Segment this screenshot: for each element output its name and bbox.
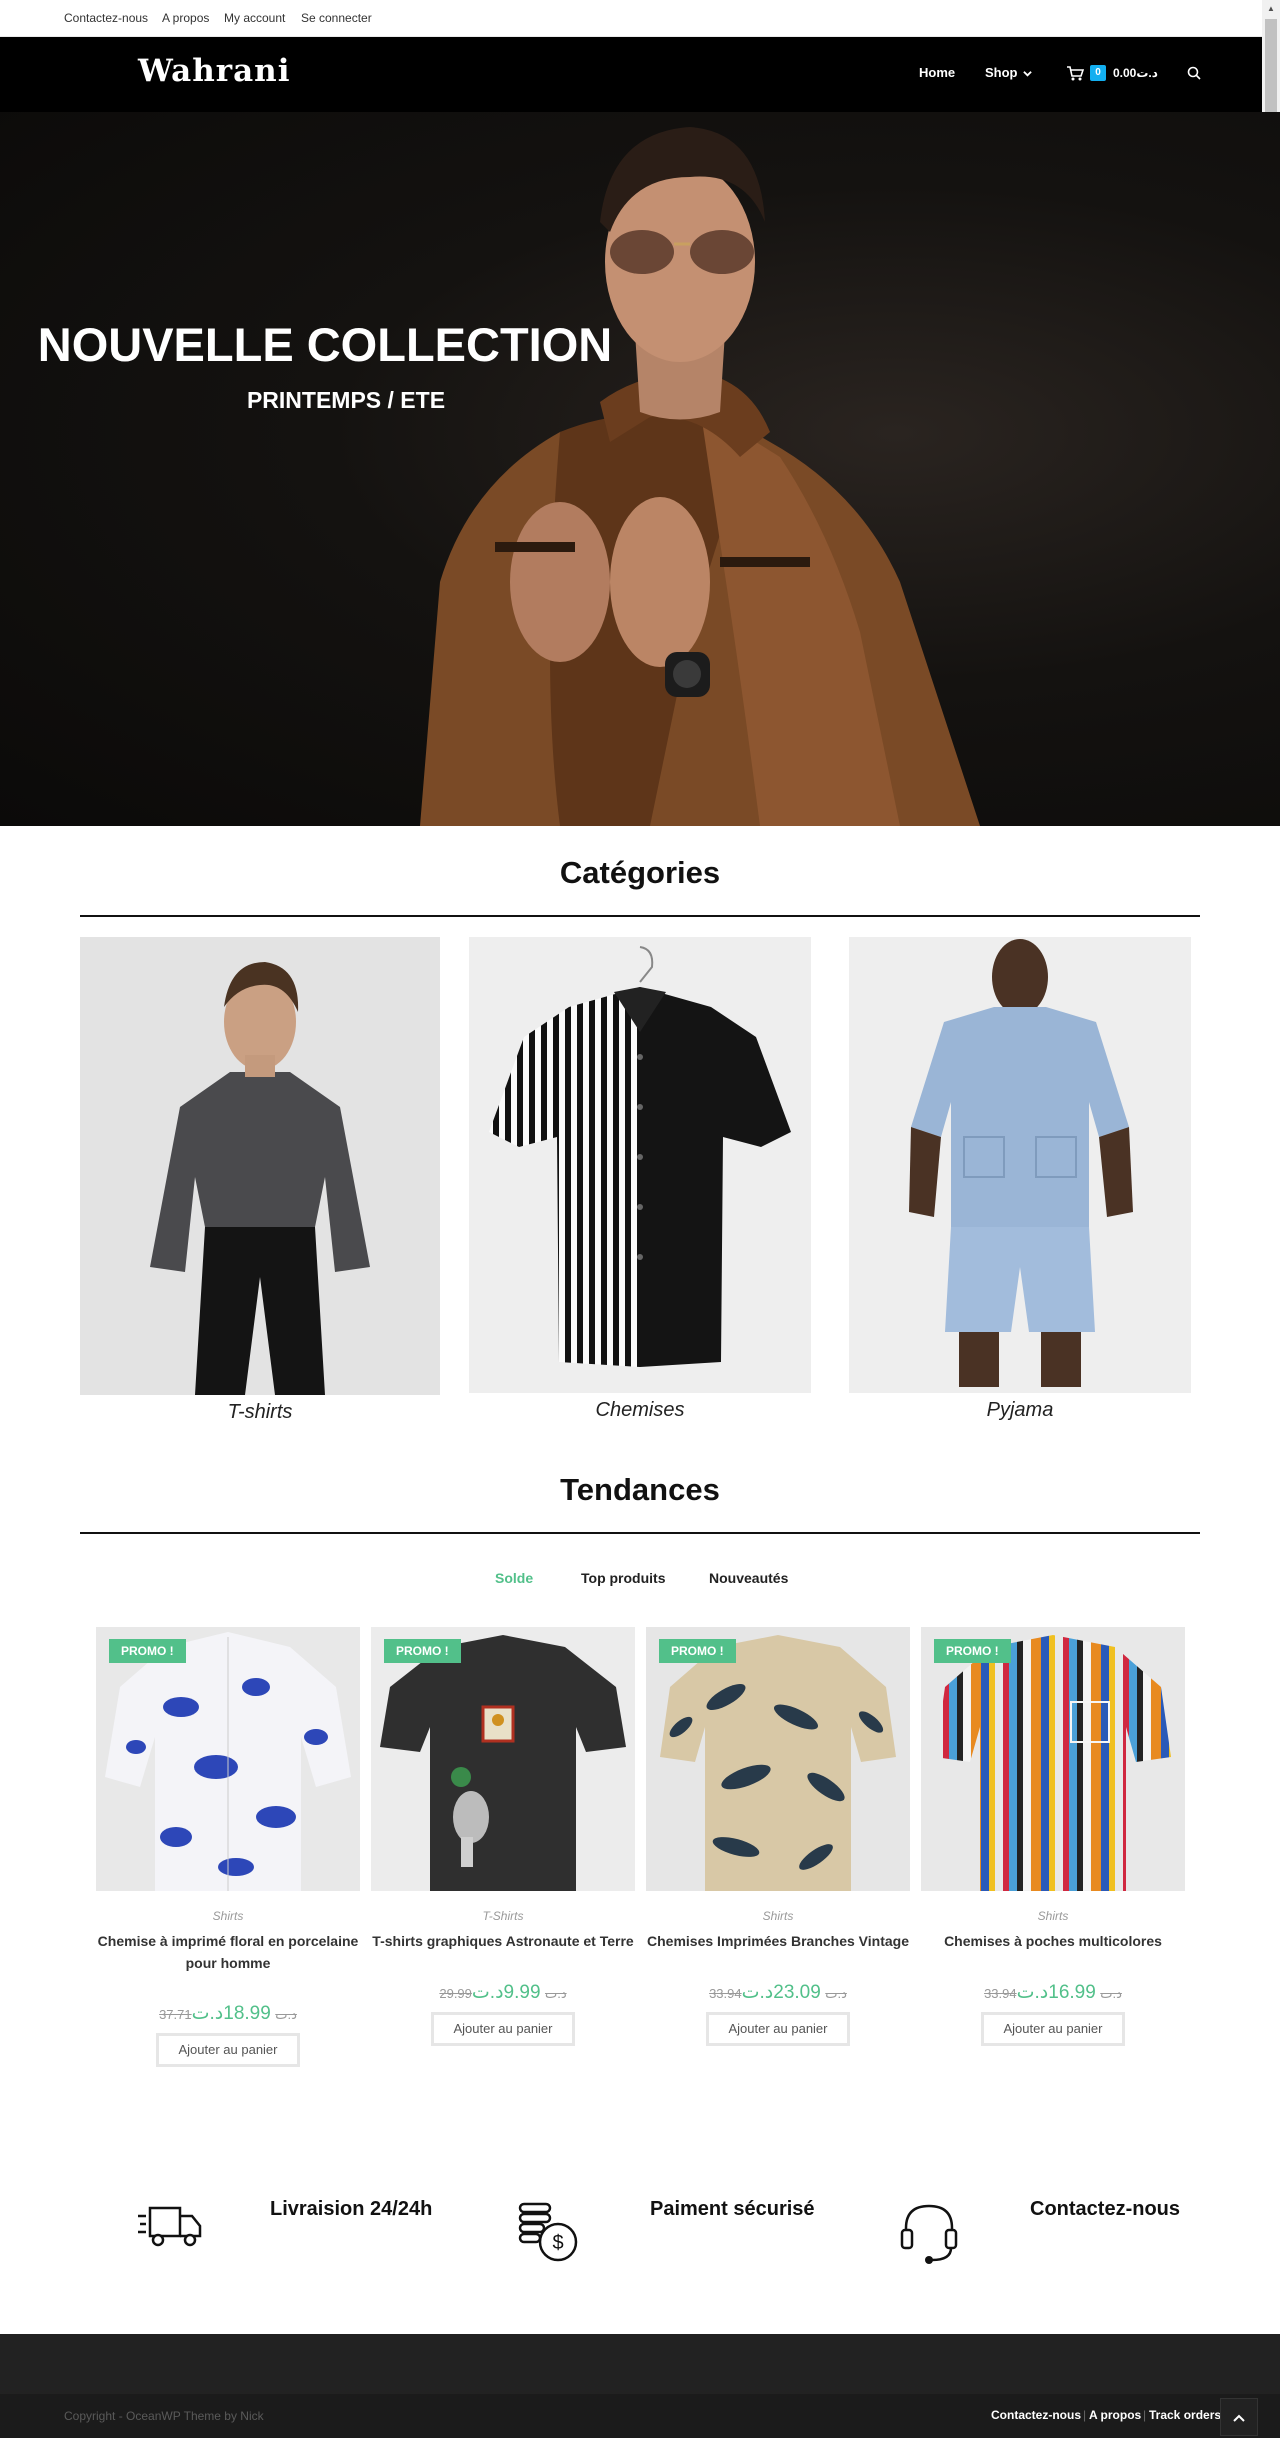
footer-widgets xyxy=(0,2334,1280,2394)
sale-price: 16.99د.ت xyxy=(1016,1982,1096,2003)
product-price: 33.94د.ت 23.09د.ت xyxy=(646,1981,910,2004)
multicolor-pocket-shirt-image xyxy=(935,1635,1171,1891)
delivery-truck-icon xyxy=(138,2206,202,2247)
footer-separator: | xyxy=(1083,2408,1087,2422)
category-label-chemises[interactable]: Chemises xyxy=(469,1399,811,1422)
scroll-up-arrow-icon[interactable]: ▲ xyxy=(1262,0,1280,17)
promo-badge: PROMO ! xyxy=(659,1639,736,1663)
coins-dollar-icon: $ xyxy=(518,2202,578,2262)
hero-model-image xyxy=(420,127,980,826)
topbar-link-contact[interactable]: Contactez-nous xyxy=(64,11,148,25)
product-price: 29.99د.ت 9.99د.ت xyxy=(371,1981,635,2004)
product-name[interactable]: Chemises Imprimées Branches Vintage xyxy=(641,1930,915,1952)
feature-payment: Paiment sécurisé xyxy=(650,2198,815,2220)
tab-solde[interactable]: Solde xyxy=(495,1570,533,1586)
product-price: 37.71د.ت 18.99د.ت xyxy=(96,2002,360,2025)
footer-link-contact[interactable]: Contactez-nous xyxy=(991,2408,1081,2422)
footer-separator: | xyxy=(1143,2408,1147,2422)
chevron-up-icon xyxy=(1233,2414,1245,2422)
search-icon[interactable] xyxy=(1187,66,1201,80)
headset-support-icon xyxy=(900,2204,958,2264)
product-name[interactable]: T-shirts graphiques Astronaute et Terre xyxy=(366,1930,640,1952)
vintage-branches-shirt-image xyxy=(660,1635,896,1891)
hero-title: NOUVELLE COLLECTION xyxy=(37,318,613,371)
category-image-pyjama[interactable] xyxy=(849,937,1191,1393)
sale-price: 23.09د.ت xyxy=(741,1982,821,2003)
site-logo[interactable]: Wahrani xyxy=(138,53,290,89)
topbar-link-account[interactable]: My account xyxy=(224,11,285,25)
hero-subtitle: PRINTEMPS / ETE xyxy=(246,387,446,413)
pyjama-model-image xyxy=(909,939,1133,1387)
product-name[interactable]: Chemises à poches multicolores xyxy=(916,1930,1190,1952)
product-price: 33.94د.ت 16.99د.ت xyxy=(921,1981,1185,2004)
product-category[interactable]: Shirts xyxy=(646,1909,910,1923)
copyright-text: Copyright - OceanWP Theme by Nick xyxy=(64,2409,264,2423)
category-image-chemises[interactable] xyxy=(469,937,811,1393)
cart-count-badge[interactable]: 0 xyxy=(1090,65,1106,81)
hero-banner: NOUVELLE COLLECTION PRINTEMPS / ETE xyxy=(0,112,1280,826)
product-image[interactable]: PROMO ! xyxy=(96,1627,360,1891)
feature-contact: Contactez-nous xyxy=(1030,2198,1180,2220)
product-category[interactable]: T-Shirts xyxy=(371,1909,635,1923)
add-to-cart-button[interactable]: Ajouter au panier xyxy=(981,2012,1125,2046)
add-to-cart-button[interactable]: Ajouter au panier xyxy=(431,2012,575,2046)
top-bar: Contactez-nous A propos My account Se co… xyxy=(0,0,1262,37)
category-image-tshirts[interactable] xyxy=(80,937,440,1395)
topbar-link-login[interactable]: Se connecter xyxy=(301,11,372,25)
product-image[interactable]: PROMO ! xyxy=(371,1627,635,1891)
tab-top-produits[interactable]: Top produits xyxy=(581,1570,666,1586)
chevron-down-icon xyxy=(1023,71,1032,77)
promo-badge: PROMO ! xyxy=(384,1639,461,1663)
floral-shirt-image xyxy=(105,1632,351,1891)
tshirt-model-image xyxy=(150,962,370,1395)
site-header: Wahrani Home Shop 0 0.00د.ت xyxy=(0,37,1262,112)
categories-divider xyxy=(80,915,1200,917)
footer-link-about[interactable]: A propos xyxy=(1089,2408,1141,2422)
tab-nouveautes[interactable]: Nouveautés xyxy=(709,1570,788,1586)
sale-price: 9.99د.ت xyxy=(471,1982,541,2003)
svg-text:$: $ xyxy=(552,2232,563,2254)
sale-price: 18.99د.ت xyxy=(191,2003,271,2024)
add-to-cart-button[interactable]: Ajouter au panier xyxy=(156,2033,300,2067)
promo-badge: PROMO ! xyxy=(109,1639,186,1663)
category-label-pyjama[interactable]: Pyjama xyxy=(849,1399,1191,1422)
promo-badge: PROMO ! xyxy=(934,1639,1011,1663)
trending-divider xyxy=(80,1532,1200,1534)
footer-bottom-bar: Copyright - OceanWP Theme by Nick Contac… xyxy=(0,2394,1280,2438)
scroll-to-top-button[interactable] xyxy=(1220,2398,1258,2436)
striped-shirt-image xyxy=(489,946,791,1367)
nav-home[interactable]: Home xyxy=(919,65,955,80)
nav-shop[interactable]: Shop xyxy=(985,65,1032,80)
add-to-cart-button[interactable]: Ajouter au panier xyxy=(706,2012,850,2046)
cart-total[interactable]: 0.00د.ت xyxy=(1113,66,1158,80)
product-image[interactable]: PROMO ! xyxy=(921,1627,1185,1891)
astronaut-tshirt-image xyxy=(380,1635,626,1891)
topbar-link-about[interactable]: A propos xyxy=(162,11,209,25)
product-name[interactable]: Chemise à imprimé floral en porcelaine p… xyxy=(91,1930,365,1974)
footer-link-track-orders[interactable]: Track orders xyxy=(1149,2408,1221,2422)
categories-title: Catégories xyxy=(559,855,721,890)
product-category[interactable]: Shirts xyxy=(96,1909,360,1923)
product-category[interactable]: Shirts xyxy=(921,1909,1185,1923)
product-image[interactable]: PROMO ! xyxy=(646,1627,910,1891)
feature-delivery: Livraision 24/24h xyxy=(270,2198,433,2220)
trending-title: Tendances xyxy=(560,1472,720,1507)
nav-shop-label: Shop xyxy=(985,65,1018,80)
cart-icon[interactable] xyxy=(1066,66,1084,81)
category-label-tshirts[interactable]: T-shirts xyxy=(80,1401,440,1424)
